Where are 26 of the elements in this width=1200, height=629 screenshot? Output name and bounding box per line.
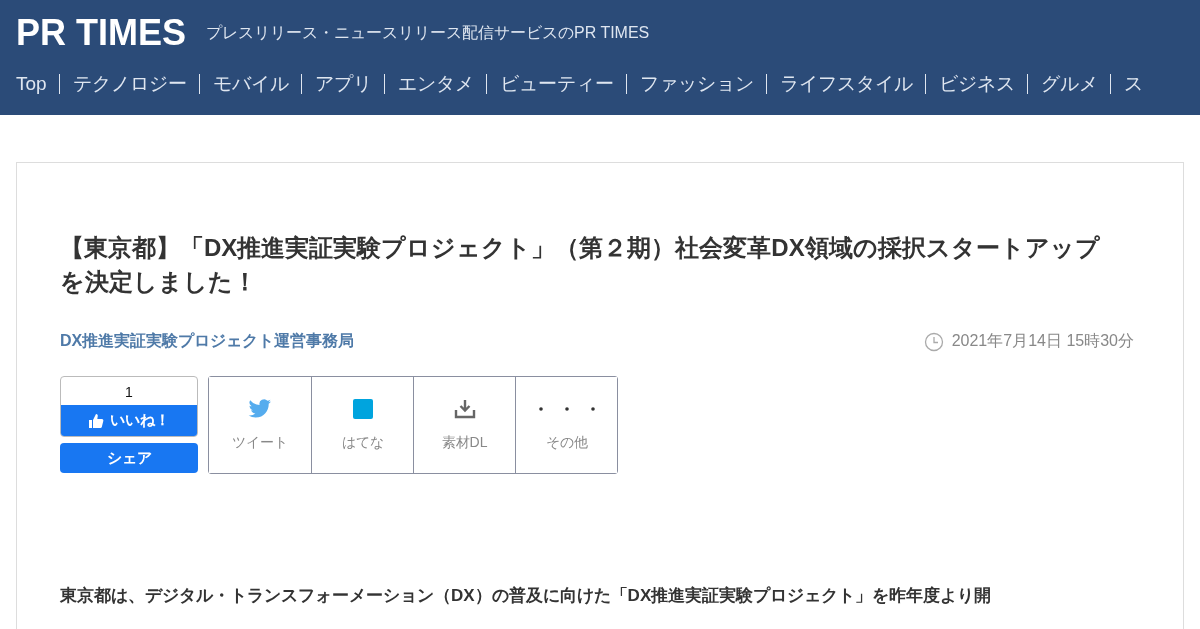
nav-link[interactable]: エンタメ	[383, 74, 486, 94]
bird-icon	[248, 399, 272, 419]
article-text: 東京都は、デジタル・トランスフォーメーション（DX）の普及に向けた「DX推進実証実験プロジェクト」を昨年度より開	[60, 585, 993, 607]
download-icon	[453, 399, 476, 419]
more-button[interactable]: その他	[515, 377, 617, 473]
site-tagline: プレスリリース・ニュースリリース配信サービスのPR TIMES	[206, 22, 650, 43]
nav-link[interactable]: ビューティー	[485, 74, 626, 94]
thumbs-up-icon	[88, 412, 104, 429]
company-link[interactable]: DX推進実証実験プロジェクト運営事務局	[60, 331, 355, 352]
nav-link[interactable]: Top	[16, 72, 59, 96]
nav-link[interactable]: グルメ	[1026, 74, 1110, 94]
share-button[interactable]: シェア	[60, 443, 198, 473]
article-title: 【東京都】「DX推進実証実験プロジェクト」（第２期）社会変革DX領域の採択スタートアップを決定しました！	[60, 233, 1101, 297]
site-logo[interactable]: PR TIMES	[16, 14, 186, 52]
nav-link[interactable]: ビジネス	[924, 74, 1027, 94]
more-icon	[536, 405, 597, 413]
like-button[interactable]: いいね！	[61, 405, 197, 436]
clock-icon	[923, 331, 944, 352]
nav-link[interactable]: アプリ	[300, 74, 384, 94]
nav-link[interactable]: モバイル	[198, 74, 301, 94]
nav-link[interactable]: ライフスタイル	[765, 74, 925, 94]
publish-date: 2021年7月14日 15時30分	[951, 331, 1134, 351]
nav-link[interactable]: ファッション	[625, 74, 766, 94]
nav-link[interactable]: テクノロジー	[58, 74, 199, 94]
nav-link[interactable]: ス	[1109, 74, 1155, 94]
like-count: 1	[124, 383, 134, 402]
